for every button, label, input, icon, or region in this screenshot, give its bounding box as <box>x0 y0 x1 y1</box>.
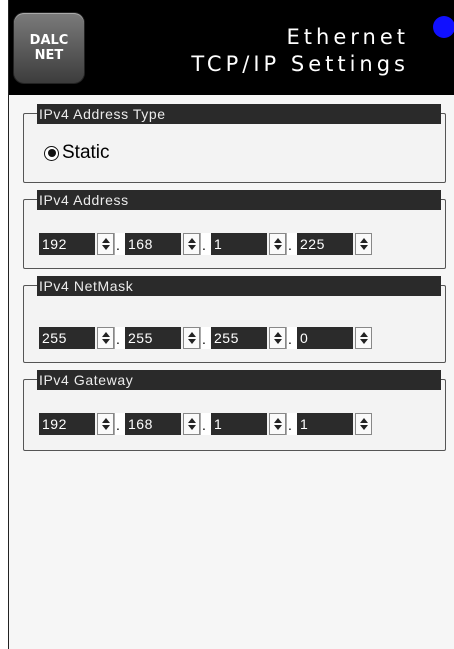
spin-down-icon[interactable] <box>360 425 368 430</box>
spin-up-icon[interactable] <box>274 418 282 423</box>
status-indicator-dot <box>433 16 454 38</box>
octet-spinner[interactable] <box>355 327 372 349</box>
octet-input[interactable]: 255 <box>211 327 267 349</box>
spin-down-icon[interactable] <box>102 339 110 344</box>
octet-input[interactable]: 168 <box>125 233 181 255</box>
octet-spinner[interactable] <box>269 327 286 349</box>
spin-down-icon[interactable] <box>360 245 368 250</box>
page-title: Ethernet TCP/IP Settings <box>191 24 409 78</box>
spin-down-icon[interactable] <box>102 425 110 430</box>
octet-spinner[interactable] <box>355 413 372 435</box>
octet-separator: . <box>286 233 297 255</box>
spin-up-icon[interactable] <box>360 238 368 243</box>
octet-separator: . <box>200 327 211 349</box>
octet-input[interactable]: 0 <box>297 327 353 349</box>
spin-down-icon[interactable] <box>274 339 282 344</box>
address-type-group: IPv4 Address Type Static <box>23 104 446 183</box>
octet-input[interactable]: 192 <box>39 233 95 255</box>
octet-input[interactable]: 192 <box>39 413 95 435</box>
octet-spinner[interactable] <box>97 413 114 435</box>
octet-spinner[interactable] <box>183 327 200 349</box>
spin-up-icon[interactable] <box>102 418 110 423</box>
ipv4-address-group: IPv4 Address 192 . 168 . 1 . 225 <box>23 190 446 269</box>
spin-down-icon[interactable] <box>188 425 196 430</box>
octet-input[interactable]: 1 <box>211 233 267 255</box>
spin-up-icon[interactable] <box>360 418 368 423</box>
spin-up-icon[interactable] <box>102 332 110 337</box>
spin-up-icon[interactable] <box>188 332 196 337</box>
spin-down-icon[interactable] <box>274 425 282 430</box>
octet-separator: . <box>114 413 125 435</box>
spin-down-icon[interactable] <box>188 339 196 344</box>
octet-separator: . <box>114 327 125 349</box>
spin-down-icon[interactable] <box>188 245 196 250</box>
address-type-legend: IPv4 Address Type <box>37 104 441 124</box>
spin-up-icon[interactable] <box>274 238 282 243</box>
spin-down-icon[interactable] <box>102 245 110 250</box>
spin-down-icon[interactable] <box>274 245 282 250</box>
octet-spinner[interactable] <box>183 233 200 255</box>
static-radio-option[interactable]: Static <box>44 142 110 164</box>
ipv4-netmask-group: IPv4 NetMask 255 . 255 . 255 . 0 <box>23 276 446 363</box>
spin-up-icon[interactable] <box>188 238 196 243</box>
octet-input[interactable]: 255 <box>39 327 95 349</box>
spin-up-icon[interactable] <box>102 238 110 243</box>
octet-separator: . <box>200 413 211 435</box>
ipv4-gateway-legend: IPv4 Gateway <box>37 370 441 390</box>
logo-text: DALC NET <box>29 33 69 63</box>
octet-separator: . <box>114 233 125 255</box>
octet-spinner[interactable] <box>355 233 372 255</box>
octet-input[interactable]: 1 <box>211 413 267 435</box>
spin-down-icon[interactable] <box>360 339 368 344</box>
octet-spinner[interactable] <box>97 327 114 349</box>
octet-input[interactable]: 225 <box>297 233 353 255</box>
octet-separator: . <box>200 233 211 255</box>
octet-separator: . <box>286 327 297 349</box>
spin-up-icon[interactable] <box>360 332 368 337</box>
settings-window: DALC NET Ethernet TCP/IP Settings IPv4 A… <box>8 0 454 649</box>
octet-separator: . <box>286 413 297 435</box>
static-radio-label: Static <box>62 142 110 163</box>
ipv4-address-legend: IPv4 Address <box>37 190 441 210</box>
page-title-line1: Ethernet <box>286 25 409 49</box>
octet-spinner[interactable] <box>183 413 200 435</box>
spin-up-icon[interactable] <box>274 332 282 337</box>
octet-spinner[interactable] <box>269 413 286 435</box>
octet-spinner[interactable] <box>97 233 114 255</box>
octet-input[interactable]: 255 <box>125 327 181 349</box>
octet-spinner[interactable] <box>269 233 286 255</box>
page-title-line2: TCP/IP Settings <box>191 52 409 76</box>
header-bar: DALC NET Ethernet TCP/IP Settings <box>9 0 454 95</box>
octet-input[interactable]: 168 <box>125 413 181 435</box>
ipv4-gateway-group: IPv4 Gateway 192 . 168 . 1 . 1 <box>23 370 446 451</box>
octet-input[interactable]: 1 <box>297 413 353 435</box>
spin-up-icon[interactable] <box>188 418 196 423</box>
dalcnet-logo[interactable]: DALC NET <box>14 13 84 83</box>
ipv4-netmask-legend: IPv4 NetMask <box>37 276 441 296</box>
radio-selected-icon[interactable] <box>44 145 59 161</box>
